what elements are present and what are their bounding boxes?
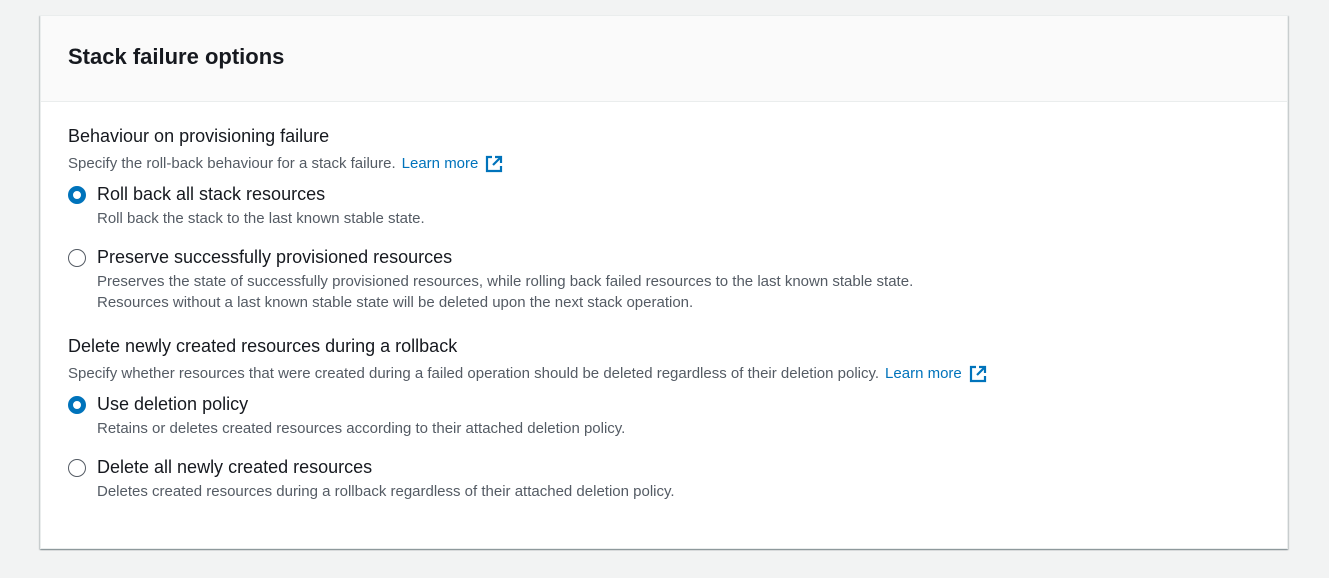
delete-new-resources-radio-group: Use deletion policy Retains or deletes c… [68, 392, 1287, 502]
delete-new-resources-section: Delete newly created resources during a … [68, 335, 1287, 502]
option-use-deletion-policy[interactable]: Use deletion policy Retains or deletes c… [68, 392, 1287, 439]
option-text: Use deletion policy Retains or deletes c… [97, 392, 625, 439]
stack-failure-options-panel: Stack failure options Behaviour on provi… [40, 15, 1288, 549]
provisioning-failure-section: Behaviour on provisioning failure Specif… [68, 125, 1287, 313]
option-description: Retains or deletes created resources acc… [97, 420, 626, 437]
option-label: Roll back all stack resources [97, 184, 326, 204]
learn-more-link[interactable]: Learn more [885, 364, 988, 384]
external-link-icon [969, 365, 986, 383]
panel-body: Behaviour on provisioning failure Specif… [41, 102, 1287, 502]
section-label: Delete newly created resources during a … [68, 336, 458, 356]
option-label: Use deletion policy [97, 394, 249, 414]
section-label: Behaviour on provisioning failure [68, 126, 330, 146]
option-label: Preserve successfully provisioned resour… [97, 247, 453, 267]
external-link-icon [486, 155, 503, 173]
option-preserve-provisioned[interactable]: Preserve successfully provisioned resour… [68, 245, 1287, 313]
learn-more-label: Learn more [401, 155, 479, 172]
option-text: Roll back all stack resources Roll back … [97, 182, 425, 229]
option-description: Deletes created resources during a rollb… [97, 483, 675, 500]
provisioning-failure-radio-group: Roll back all stack resources Roll back … [68, 182, 1287, 313]
panel-header: Stack failure options [41, 16, 1287, 102]
option-text: Delete all newly created resources Delet… [97, 455, 675, 502]
section-description-text: Specify whether resources that were crea… [68, 365, 880, 382]
section-description: Specify the roll-back behaviour for a st… [68, 154, 1287, 174]
option-description: Roll back the stack to the last known st… [97, 210, 425, 227]
option-delete-all-new[interactable]: Delete all newly created resources Delet… [68, 455, 1287, 502]
radio-button-checked[interactable] [68, 186, 86, 204]
radio-button-unchecked[interactable] [68, 249, 86, 267]
option-label: Delete all newly created resources [97, 457, 373, 477]
option-description: Preserves the state of successfully prov… [97, 273, 914, 311]
learn-more-label: Learn more [885, 365, 962, 382]
radio-button-unchecked[interactable] [68, 459, 86, 477]
option-text: Preserve successfully provisioned resour… [97, 245, 947, 313]
option-roll-back-all[interactable]: Roll back all stack resources Roll back … [68, 182, 1287, 229]
radio-button-checked[interactable] [68, 396, 86, 414]
section-description-text: Specify the roll-back behaviour for a st… [68, 155, 396, 172]
learn-more-link[interactable]: Learn more [402, 154, 505, 174]
panel-title: Stack failure options [68, 44, 285, 69]
section-description: Specify whether resources that were crea… [68, 364, 1287, 384]
